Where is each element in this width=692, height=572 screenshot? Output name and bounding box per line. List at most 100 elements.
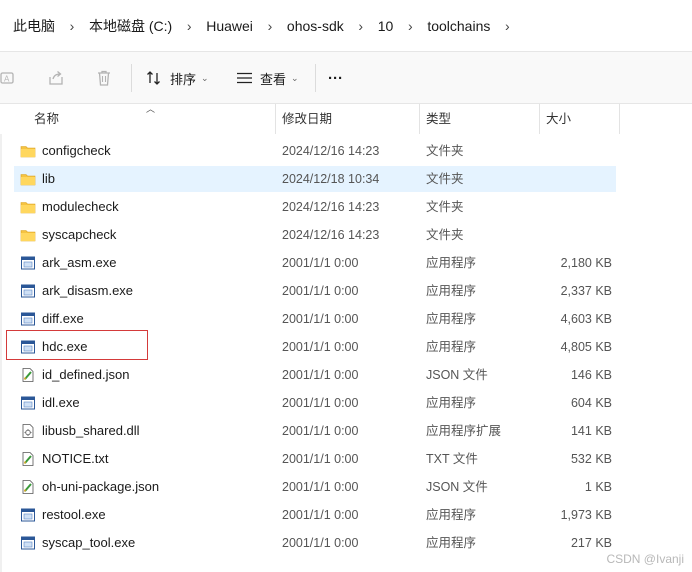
toolbar-divider [131, 64, 132, 92]
exe-icon [20, 311, 36, 327]
file-row[interactable]: ark_asm.exe 2001/1/1 0:00 应用程序 2,180 KB [14, 250, 616, 276]
toolbar-divider [315, 64, 316, 92]
file-name: lib [42, 171, 56, 186]
file-type: 应用程序 [426, 340, 477, 354]
file-type: JSON 文件 [426, 368, 488, 382]
breadcrumb-huawei[interactable]: Huawei [206, 16, 253, 36]
file-size: 2,337 KB [560, 284, 612, 298]
file-modified: 2024/12/18 10:34 [282, 172, 380, 186]
file-size: 532 KB [570, 452, 612, 466]
column-header: ︿ 名称 修改日期 类型 大小 [0, 104, 692, 134]
file-row[interactable]: oh-uni-package.json 2001/1/1 0:00 JSON 文件 1… [14, 474, 616, 500]
view-button[interactable]: 查看 ⌄ [236, 66, 299, 90]
file-modified: 2024/12/16 14:23 [282, 228, 380, 242]
file-size: 4,805 KB [560, 340, 612, 354]
chevron-right-icon[interactable]: › [393, 18, 427, 34]
file-name: syscapcheck [42, 227, 117, 242]
file-type: 应用程序 [426, 396, 477, 410]
chevron-right-icon[interactable]: › [55, 18, 89, 34]
chevron-right-icon[interactable]: › [344, 18, 378, 34]
highlight-annotation [6, 330, 148, 360]
file-type: 应用程序 [426, 536, 477, 550]
file-type: 应用程序 [426, 256, 477, 270]
file-type: 应用程序 [426, 508, 477, 522]
sort-label: 排序 [170, 71, 197, 87]
sort-button[interactable]: 排序 ⌄ [146, 66, 209, 90]
chevron-right-icon[interactable]: › [253, 18, 287, 34]
file-modified: 2001/1/1 0:00 [282, 452, 359, 466]
view-label: 查看 [260, 71, 287, 87]
file-row[interactable]: id_defined.json 2001/1/1 0:00 JSON 文件 146 K… [14, 362, 616, 388]
file-modified: 2001/1/1 0:00 [282, 536, 359, 550]
file-size: 1,973 KB [560, 508, 612, 522]
file-row[interactable]: diff.exe 2001/1/1 0:00 应用程序 4,603 KB [14, 306, 616, 332]
file-type: JSON 文件 [426, 480, 488, 494]
breadcrumb-10[interactable]: 10 [378, 16, 394, 36]
share-icon[interactable] [47, 69, 65, 87]
column-name[interactable]: 名称 [28, 104, 276, 134]
file-name: NOTICE.txt [42, 451, 109, 466]
chevron-right-icon[interactable]: › [172, 18, 206, 34]
file-name: oh-uni-package.json [42, 479, 160, 494]
file-type: 文件夹 [426, 172, 464, 186]
file-row[interactable]: libusb_shared.dll 2001/1/1 0:00 应用程序扩展 141 … [14, 418, 616, 444]
rename-icon[interactable]: A [0, 69, 18, 87]
breadcrumb-this-pc[interactable]: 此电脑 [13, 14, 55, 38]
file-row[interactable]: NOTICE.txt 2001/1/1 0:00 TXT 文件 532 KB [14, 446, 616, 472]
exe-icon [20, 535, 36, 551]
file-name: diff.exe [42, 311, 84, 326]
txt-icon [20, 451, 36, 467]
file-size: 4,603 KB [560, 312, 612, 326]
file-row[interactable]: configcheck 2024/12/16 14:23 文件夹 [14, 138, 616, 164]
file-name: idl.exe [42, 395, 80, 410]
breadcrumb-toolchains[interactable]: toolchains [427, 16, 490, 36]
file-name: syscap_tool.exe [42, 535, 136, 550]
file-modified: 2001/1/1 0:00 [282, 284, 359, 298]
file-size: 604 KB [570, 396, 612, 410]
file-modified: 2001/1/1 0:00 [282, 340, 359, 354]
file-type: 应用程序扩展 [426, 424, 502, 438]
column-size[interactable]: 大小 [540, 104, 620, 134]
file-type: 应用程序 [426, 284, 477, 298]
chevron-down-icon: ⌄ [201, 72, 209, 83]
file-row[interactable]: restool.exe 2001/1/1 0:00 应用程序 1,973 KB [14, 502, 616, 528]
command-bar: A 排序 ⌄ 查看 ⌄ ··· [0, 52, 692, 104]
file-name: ark_disasm.exe [42, 283, 134, 298]
file-size: 146 KB [570, 368, 612, 382]
svg-text:A: A [4, 75, 10, 84]
file-name: id_defined.json [42, 367, 130, 382]
file-row[interactable]: ark_disasm.exe 2001/1/1 0:00 应用程序 2,337 KB [14, 278, 616, 304]
file-row[interactable]: lib 2024/12/18 10:34 文件夹 [14, 166, 616, 192]
file-modified: 2001/1/1 0:00 [282, 312, 359, 326]
folder-icon [20, 171, 36, 187]
chevron-right-icon[interactable]: › [490, 18, 524, 34]
breadcrumb-ohos-sdk[interactable]: ohos-sdk [287, 16, 344, 36]
more-options-button[interactable]: ··· [328, 66, 343, 90]
file-name: ark_asm.exe [42, 255, 117, 270]
folder-icon [20, 227, 36, 243]
dll-icon [20, 423, 36, 439]
file-name: modulecheck [42, 199, 119, 214]
chevron-down-icon: ⌄ [291, 72, 299, 83]
file-size: 141 KB [570, 424, 612, 438]
file-type: 文件夹 [426, 144, 464, 158]
column-modified[interactable]: 修改日期 [276, 104, 420, 134]
file-size: 2,180 KB [560, 256, 612, 270]
file-row[interactable]: idl.exe 2001/1/1 0:00 应用程序 604 KB [14, 390, 616, 416]
file-name: configcheck [42, 143, 111, 158]
file-row[interactable]: syscap_tool.exe 2001/1/1 0:00 应用程序 217 KB [14, 530, 616, 556]
exe-icon [20, 283, 36, 299]
file-modified: 2001/1/1 0:00 [282, 424, 359, 438]
file-row[interactable]: syscapcheck 2024/12/16 14:23 文件夹 [14, 222, 616, 248]
breadcrumb-local-disk[interactable]: 本地磁盘 (C:) [89, 14, 172, 38]
exe-icon [20, 395, 36, 411]
file-modified: 2001/1/1 0:00 [282, 508, 359, 522]
file-type: 文件夹 [426, 228, 464, 242]
column-type[interactable]: 类型 [420, 104, 540, 134]
file-modified: 2024/12/16 14:23 [282, 144, 380, 158]
sort-icon [147, 71, 160, 85]
file-row[interactable]: modulecheck 2024/12/16 14:23 文件夹 [14, 194, 616, 220]
file-size: 1 KB [584, 480, 612, 494]
delete-icon[interactable] [95, 69, 113, 87]
json-icon [20, 479, 36, 495]
